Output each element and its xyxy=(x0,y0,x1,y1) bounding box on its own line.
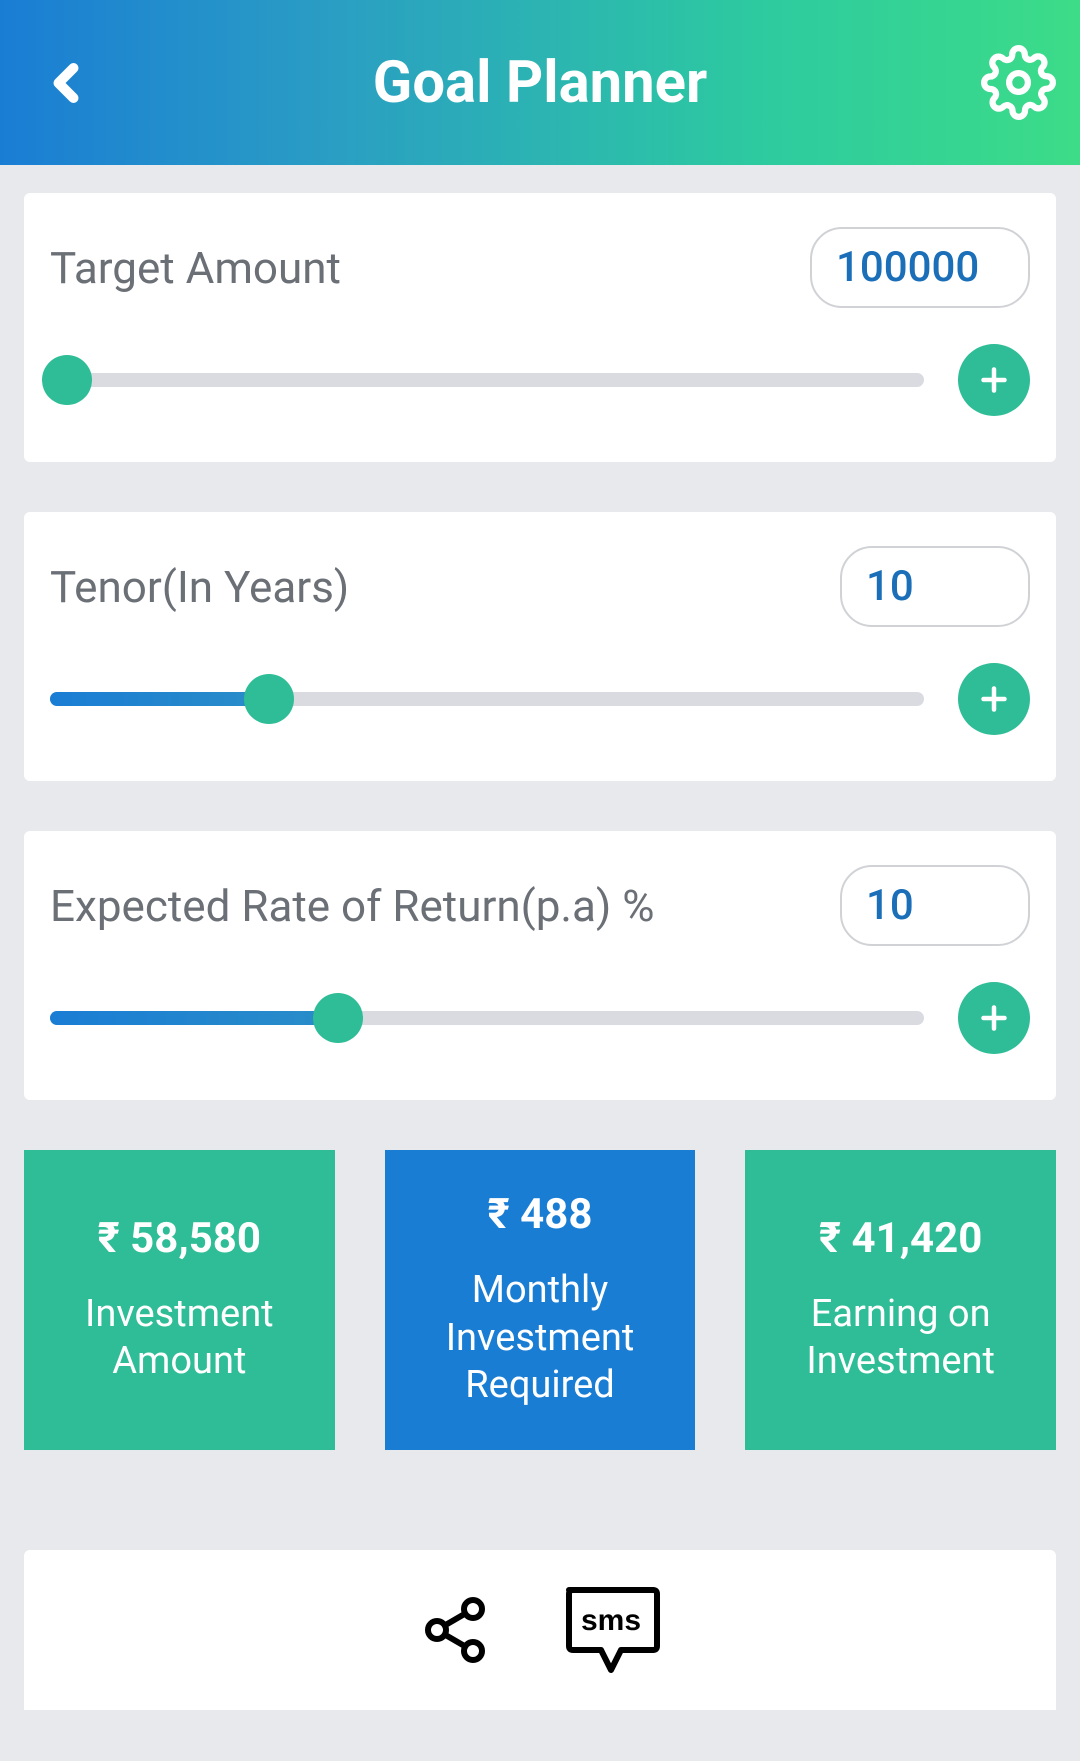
target-amount-input[interactable] xyxy=(810,227,1030,308)
target-amount-label: Target Amount xyxy=(50,242,341,294)
monthly-investment-value: ₹ 488 xyxy=(488,1190,593,1239)
earning-label: Earning on Investment xyxy=(757,1291,1044,1386)
settings-button[interactable] xyxy=(981,45,1056,120)
tenor-input[interactable] xyxy=(840,546,1030,627)
results-row: ₹ 58,580 Investment Amount ₹ 488 Monthly… xyxy=(24,1150,1056,1450)
target-amount-card: Target Amount xyxy=(24,193,1056,462)
investment-amount-card: ₹ 58,580 Investment Amount xyxy=(24,1150,335,1450)
main-content: Target Amount Tenor(In Years) xyxy=(0,165,1080,1710)
svg-text:sms: sms xyxy=(581,1604,641,1637)
rate-plus-button[interactable] xyxy=(958,982,1030,1054)
back-button[interactable] xyxy=(36,53,96,113)
share-button[interactable] xyxy=(419,1590,491,1670)
plus-icon xyxy=(976,362,1012,398)
target-amount-plus-button[interactable] xyxy=(958,344,1030,416)
plus-icon xyxy=(976,681,1012,717)
investment-amount-label: Investment Amount xyxy=(36,1291,323,1386)
rate-input[interactable] xyxy=(840,865,1030,946)
rate-label: Expected Rate of Return(p.a) % xyxy=(50,880,654,932)
monthly-investment-label: Monthly Investment Required xyxy=(397,1267,684,1410)
tenor-slider[interactable] xyxy=(50,674,924,724)
earning-value: ₹ 41,420 xyxy=(819,1214,982,1263)
sms-button[interactable]: sms xyxy=(561,1582,661,1678)
share-icon xyxy=(419,1590,491,1670)
slider-thumb[interactable] xyxy=(244,674,294,724)
rate-slider[interactable] xyxy=(50,993,924,1043)
slider-thumb[interactable] xyxy=(42,355,92,405)
bottom-actions: sms xyxy=(24,1550,1056,1710)
rate-card: Expected Rate of Return(p.a) % xyxy=(24,831,1056,1100)
sms-icon: sms xyxy=(561,1582,661,1678)
tenor-card: Tenor(In Years) xyxy=(24,512,1056,781)
earning-card: ₹ 41,420 Earning on Investment xyxy=(745,1150,1056,1450)
app-header: Goal Planner xyxy=(0,0,1080,165)
chevron-left-icon xyxy=(36,53,96,113)
tenor-plus-button[interactable] xyxy=(958,663,1030,735)
plus-icon xyxy=(976,1000,1012,1036)
slider-fill xyxy=(50,1011,338,1025)
gear-icon xyxy=(981,45,1056,120)
slider-thumb[interactable] xyxy=(313,993,363,1043)
slider-fill xyxy=(50,692,269,706)
page-title: Goal Planner xyxy=(373,49,707,117)
investment-amount-value: ₹ 58,580 xyxy=(98,1214,261,1263)
monthly-investment-card: ₹ 488 Monthly Investment Required xyxy=(385,1150,696,1450)
tenor-label: Tenor(In Years) xyxy=(50,561,349,613)
target-amount-slider[interactable] xyxy=(50,355,924,405)
